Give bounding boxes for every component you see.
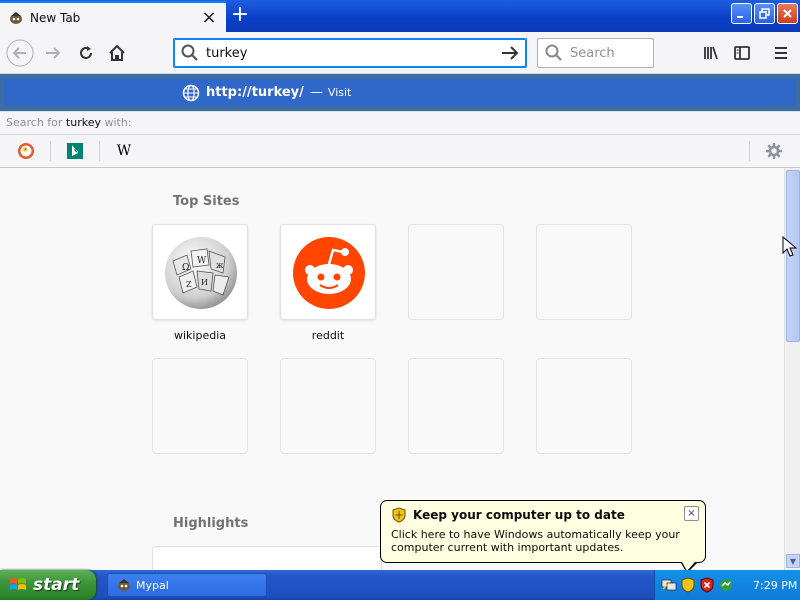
windows-logo-icon	[10, 578, 26, 590]
engine-wikipedia[interactable]: W	[102, 139, 146, 163]
engine-separator	[749, 141, 750, 161]
top-site-tile-empty[interactable]	[408, 224, 504, 320]
security-shield-icon	[392, 507, 406, 523]
tab-title: New Tab	[30, 10, 81, 25]
top-site-tile-empty[interactable]	[536, 224, 632, 320]
address-bar[interactable]: turkey	[173, 38, 527, 68]
engine-duckduckgo[interactable]	[4, 139, 48, 163]
svg-text:ж: ж	[216, 261, 224, 270]
engine-separator	[50, 141, 51, 161]
address-input[interactable]: turkey	[200, 46, 499, 61]
top-site-tile-reddit[interactable]	[280, 224, 376, 320]
gear-icon	[766, 143, 782, 159]
highlight-card[interactable]	[152, 546, 382, 570]
start-label: start	[33, 575, 80, 595]
top-site-label: reddit	[311, 329, 345, 342]
wikipedia-globe-icon: Ω W Z И ж	[165, 237, 237, 309]
mypal-icon	[118, 579, 130, 591]
go-arrow-icon[interactable]	[499, 42, 521, 64]
system-tray: 7:29 PM	[654, 570, 800, 600]
taskbar: start Mypal 7:29 PM	[0, 570, 800, 600]
reddit-icon	[293, 237, 365, 309]
navigation-toolbar: turkey Search	[0, 32, 800, 74]
start-button[interactable]: start	[0, 570, 96, 600]
scroll-down-arrow-icon[interactable]: ▼	[786, 554, 800, 568]
menu-button[interactable]	[766, 38, 796, 68]
title-bar: New Tab × +	[0, 0, 800, 32]
hamburger-menu-icon	[775, 47, 787, 59]
suggestion-url: http://turkey/	[206, 85, 304, 100]
library-icon	[704, 46, 718, 60]
top-site-tile-empty[interactable]	[408, 358, 504, 454]
svg-text:W: W	[197, 256, 207, 266]
taskbar-window-label: Mypal	[136, 578, 169, 592]
balloon-title: Keep your computer up to date	[413, 508, 625, 522]
one-off-search-engines: W	[0, 135, 800, 168]
close-tab-icon[interactable]: ×	[198, 7, 220, 29]
suggestion-action: Visit	[327, 86, 352, 99]
security-alert-icon[interactable]	[699, 577, 715, 593]
search-icon	[181, 44, 198, 61]
top-site-tile-wikipedia[interactable]: Ω W Z И ж	[152, 224, 248, 320]
mouse-cursor-icon	[782, 236, 798, 257]
library-button[interactable]	[696, 38, 726, 68]
back-button[interactable]	[5, 38, 35, 68]
network-icon[interactable]	[661, 577, 677, 593]
suggestion-dash: —	[309, 85, 323, 100]
top-site-tile-empty[interactable]	[280, 358, 376, 454]
reload-button[interactable]	[71, 38, 101, 68]
vertical-scrollbar[interactable]: ▼	[784, 168, 800, 570]
globe-icon	[182, 84, 200, 101]
reload-icon	[80, 46, 92, 59]
windows-update-icon[interactable]	[718, 577, 734, 593]
wikipedia-icon: W	[116, 143, 132, 159]
sidebar-icon	[734, 46, 750, 60]
search-settings-button[interactable]	[752, 139, 796, 163]
svg-text:Ω: Ω	[182, 263, 189, 273]
back-arrow-icon	[6, 39, 34, 67]
new-tab-button[interactable]: +	[228, 4, 252, 28]
tab-new-tab[interactable]: New Tab ×	[0, 1, 226, 32]
clock: 7:29 PM	[753, 578, 798, 592]
close-window-button[interactable]	[777, 3, 798, 24]
top-site-tile-empty[interactable]	[536, 358, 632, 454]
search-placeholder: Search	[570, 45, 615, 61]
top-sites-heading: Top Sites	[173, 194, 240, 209]
update-balloon[interactable]: Keep your computer up to date Click here…	[380, 500, 706, 573]
search-bar[interactable]: Search	[537, 38, 654, 68]
top-site-tile-empty[interactable]	[152, 358, 248, 454]
highlights-heading: Highlights	[173, 516, 249, 531]
home-button[interactable]	[102, 38, 132, 68]
window-controls	[731, 3, 798, 24]
balloon-header: Keep your computer up to date	[391, 507, 697, 523]
home-icon	[109, 44, 125, 61]
forward-button[interactable]	[38, 38, 68, 68]
search-with-label: Search for turkey with:	[0, 111, 800, 135]
svg-text:Z: Z	[186, 280, 192, 289]
search-icon	[545, 44, 562, 61]
bing-icon	[67, 143, 83, 159]
top-site-label: wikipedia	[173, 329, 226, 342]
balloon-close-icon[interactable]: ×	[684, 506, 699, 521]
restore-button[interactable]	[754, 3, 775, 24]
forward-arrow-icon	[46, 47, 61, 59]
security-shield-icon[interactable]	[680, 577, 696, 593]
engine-bing[interactable]	[53, 139, 97, 163]
engine-separator	[99, 141, 100, 161]
balloon-message: Click here to have Windows automatically…	[391, 528, 680, 554]
duckduckgo-icon	[18, 143, 34, 159]
url-suggestion-row[interactable]: http://turkey/ — Visit	[4, 79, 796, 106]
sidebar-button[interactable]	[727, 38, 757, 68]
mypal-icon	[10, 11, 22, 24]
minimize-button[interactable]	[731, 3, 752, 24]
taskbar-window-mypal[interactable]: Mypal	[107, 573, 267, 597]
svg-text:И: И	[201, 278, 208, 287]
